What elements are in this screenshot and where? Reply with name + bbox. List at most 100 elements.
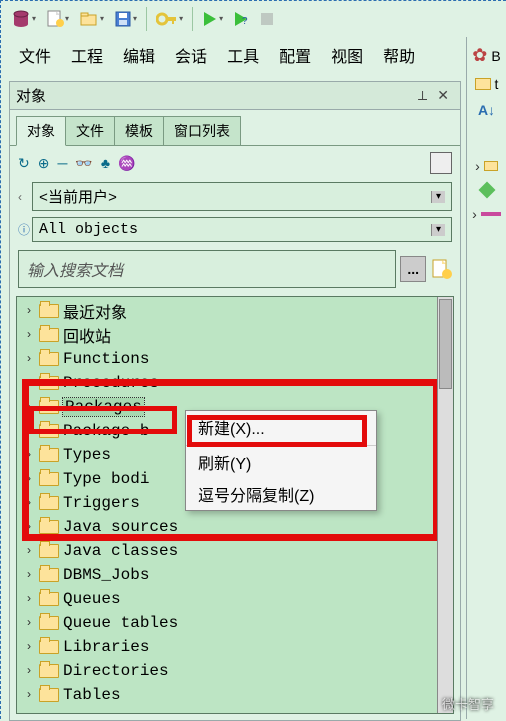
info-icon[interactable]: ⓘ	[18, 221, 32, 238]
tree-node: ›回收站	[17, 323, 453, 347]
tab-files[interactable]: 文件	[65, 116, 115, 145]
panel-mini-toolbar: ↻ ⊕ ─ 👓 ♣ ♒	[10, 146, 460, 180]
gear-icon: ✿	[472, 45, 487, 66]
context-menu: 新建(X)... 刷新(Y) 逗号分隔复制(Z)	[185, 410, 377, 511]
tree-node: ›Directories	[17, 659, 453, 683]
menu-view[interactable]: 视图	[325, 41, 369, 69]
new-doc-icon[interactable]	[430, 257, 452, 281]
folder-icon	[39, 424, 59, 438]
folder-icon	[39, 592, 59, 606]
menu-config[interactable]: 配置	[273, 41, 317, 69]
tree-node: ›Java classes	[17, 539, 453, 563]
tree-node: ›Tables	[17, 683, 453, 707]
main-toolbar: ▾ ▾ ▾ ▾ ▾ ▾ ?	[1, 1, 506, 37]
new-file-button[interactable]: ▾	[42, 6, 73, 32]
tree-node: ›Java sources	[17, 515, 453, 539]
tab-windowlist[interactable]: 窗口列表	[163, 116, 241, 145]
scope-dropdown[interactable]: All objects ▾	[32, 217, 452, 242]
folder-icon	[39, 616, 59, 630]
objects-panel: 对象 ⟂ ✕ 对象 文件 模板 窗口列表 ↻ ⊕ ─ 👓 ♣ ♒ ‹ <当前用户…	[9, 81, 461, 721]
tree-node: ›Queue tables	[17, 611, 453, 635]
scope-dropdown-value: All objects	[39, 221, 138, 238]
key-icon	[156, 11, 178, 27]
menu-help[interactable]: 帮助	[377, 41, 421, 69]
folder-icon	[39, 664, 59, 678]
search-more-button[interactable]: ...	[400, 256, 426, 282]
separator	[146, 7, 147, 31]
chevron-down-icon: ▾	[65, 15, 69, 23]
tab-templates[interactable]: 模板	[114, 116, 164, 145]
tree-node: ›Queues	[17, 587, 453, 611]
bar-icon	[481, 212, 501, 216]
panel-title: 对象	[16, 85, 413, 106]
search-row: 输入搜索文档 ...	[10, 246, 460, 296]
binoculars-icon[interactable]: 👓	[75, 155, 92, 172]
folder-icon	[475, 78, 491, 90]
play-icon	[202, 10, 218, 28]
panel-header: 对象 ⟂ ✕	[10, 82, 460, 110]
menu-edit[interactable]: 编辑	[117, 41, 161, 69]
watermark: 微卡智享	[442, 694, 494, 713]
save-button[interactable]: ▾	[110, 7, 141, 31]
right-item-sort[interactable]: A↓	[478, 102, 495, 118]
tree-node: ›Functions	[17, 347, 453, 371]
chevron-down-icon: ▾	[133, 15, 137, 23]
folder-icon	[39, 544, 59, 558]
panel-tabs: 对象 文件 模板 窗口列表	[10, 110, 460, 146]
folder-icon	[39, 400, 59, 414]
folder-icon	[39, 496, 59, 510]
folder-icon	[39, 520, 59, 534]
scrollbar-thumb[interactable]	[439, 299, 452, 389]
folder-icon	[39, 640, 59, 654]
stop-button[interactable]	[255, 8, 279, 30]
back-icon[interactable]: ‹	[18, 190, 32, 204]
svg-text:?: ?	[242, 16, 248, 27]
folder-icon	[39, 304, 59, 318]
ctx-copy-csv[interactable]: 逗号分隔复制(Z)	[186, 478, 376, 510]
help-icon: ?	[233, 10, 249, 28]
right-item-b[interactable]: ✿ B	[472, 45, 500, 66]
chevron-down-icon: ▾	[32, 15, 36, 23]
hierarchy-icon[interactable]: ♣	[101, 155, 110, 171]
menu-project[interactable]: 工程	[65, 41, 109, 69]
menu-tools[interactable]: 工具	[221, 41, 265, 69]
tree-node: ›Libraries	[17, 635, 453, 659]
run-button[interactable]: ▾	[198, 7, 227, 31]
debug-button[interactable]: ?	[229, 7, 253, 31]
chevron-down-icon: ▾	[100, 15, 104, 23]
ctx-new[interactable]: 新建(X)...	[186, 411, 376, 446]
folder-icon	[484, 161, 498, 171]
user-dropdown-value: <当前用户>	[39, 186, 117, 207]
right-item-expand[interactable]: ›	[475, 158, 498, 174]
tree-container: ›最近对象 ›回收站 ›Functions ›Procedures ›Packa…	[16, 296, 454, 714]
right-item-bar[interactable]: ›	[472, 206, 501, 222]
ctx-refresh[interactable]: 刷新(Y)	[186, 446, 376, 478]
expand-icon[interactable]: ⊕	[38, 155, 50, 172]
folder-icon	[39, 328, 59, 342]
tree-node: ›Procedures	[17, 371, 453, 395]
tree-node: ›最近对象	[17, 299, 453, 323]
close-icon[interactable]: ✕	[432, 87, 454, 104]
pin-icon[interactable]: ⟂	[413, 87, 432, 104]
right-item-label: t	[495, 76, 499, 92]
user-dropdown[interactable]: <当前用户> ▾	[32, 182, 452, 211]
menu-session[interactable]: 会话	[169, 41, 213, 69]
db-connect-button[interactable]: ▾	[7, 6, 40, 32]
chevron-down-icon: ▾	[431, 191, 445, 203]
refresh-icon[interactable]: ↻	[18, 155, 30, 172]
right-item-t[interactable]: t	[475, 76, 499, 92]
collapse-icon[interactable]: ─	[57, 155, 67, 171]
link-icon[interactable]: ♒	[118, 155, 135, 172]
right-item-diamond[interactable]	[481, 184, 493, 196]
chevron-down-icon: ▾	[179, 15, 183, 23]
menu-file[interactable]: 文件	[13, 41, 57, 69]
tab-objects[interactable]: 对象	[16, 116, 66, 146]
folder-icon	[39, 352, 59, 366]
scrollbar[interactable]	[437, 297, 453, 713]
key-button[interactable]: ▾	[152, 8, 187, 30]
diamond-icon	[478, 182, 495, 199]
search-input[interactable]: 输入搜索文档	[18, 250, 396, 288]
open-button[interactable]: ▾	[75, 7, 108, 31]
open-icon	[79, 10, 99, 28]
preview-box[interactable]	[430, 152, 452, 174]
